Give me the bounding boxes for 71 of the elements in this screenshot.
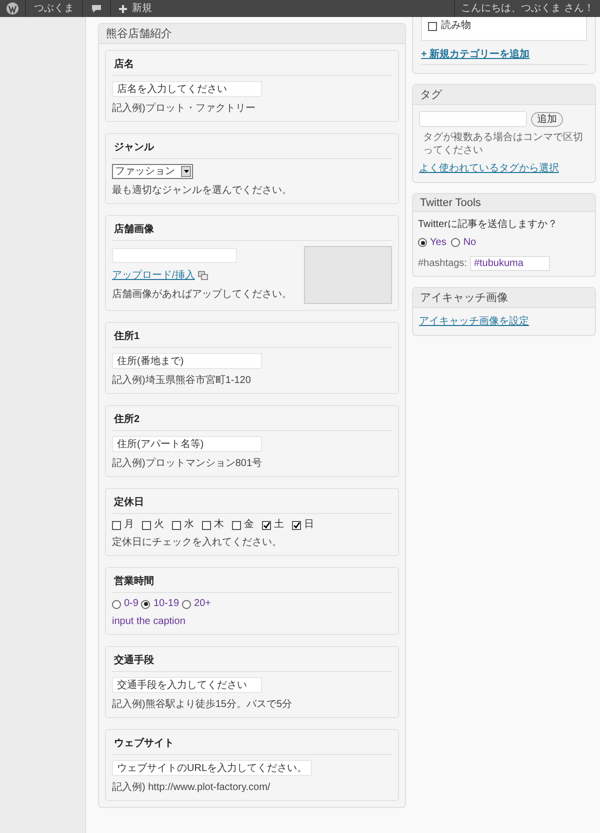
radio-button[interactable]: [182, 600, 192, 608]
checkbox-label: 火: [154, 519, 164, 531]
text-input-field[interactable]: 住所(アパート名等): [112, 436, 262, 452]
checkbox-label: 土: [274, 519, 284, 531]
field-description: 定休日にチェックを入れてください。: [112, 536, 283, 549]
field-label: 定休日: [114, 497, 144, 508]
radio-label: 10-19: [153, 598, 180, 610]
text-input-field[interactable]: 住所(番地まで): [112, 353, 262, 369]
checkbox[interactable]: [428, 22, 437, 30]
field-label: 営業時間: [114, 576, 154, 587]
field-label: 交通手段: [114, 655, 154, 666]
add-tag-button[interactable]: 追加: [531, 112, 563, 126]
plus-icon: [119, 4, 127, 12]
hashtags-label: #hashtags:: [418, 257, 467, 271]
text-input-field[interactable]: ウェブサイトのURLを入力してください。: [112, 760, 312, 776]
radio-button[interactable]: [451, 238, 460, 247]
checkbox-label: 金: [244, 519, 254, 531]
radio-label: Yes: [430, 236, 446, 250]
checkbox[interactable]: [112, 520, 121, 530]
popular-tags-link[interactable]: よく使われているタグから選択: [419, 161, 589, 176]
field-label: 住所2: [114, 414, 140, 425]
box-title: アイキャッチ画像: [413, 288, 595, 308]
media-icon[interactable]: [198, 271, 208, 280]
checkbox[interactable]: [202, 520, 211, 530]
field-label: ウェブサイト: [114, 738, 174, 749]
image-url-field[interactable]: [112, 248, 237, 263]
field-description: input the caption: [112, 615, 186, 628]
hashtags-input-field[interactable]: #tubukuma: [470, 256, 550, 271]
field-description: 記入例) http://www.plot-factory.com/: [112, 781, 272, 794]
field-description: 記入例)プロット・ファクトリー: [112, 102, 256, 115]
wordpress-logo-icon[interactable]: [6, 2, 19, 15]
text-input-field[interactable]: 店名を入力してください: [112, 81, 262, 97]
new-menu-link[interactable]: 新規: [132, 1, 152, 16]
checkbox[interactable]: [172, 520, 181, 530]
category-label: 読み物: [441, 20, 471, 32]
field-description: 店舗画像があればアップしてください。: [112, 288, 292, 301]
field-description: 記入例)プロットマンション801号: [112, 457, 264, 470]
radio-button[interactable]: [141, 600, 150, 608]
text-input-field[interactable]: 交通手段を入力してください: [112, 677, 262, 693]
tag-hint-text: タグが複数ある場合はコンマで区切ってください: [422, 131, 584, 157]
checkbox[interactable]: [292, 520, 301, 530]
set-featured-image-link[interactable]: アイキャッチ画像を設定: [419, 316, 529, 327]
field-label: 店舗画像: [114, 224, 154, 235]
box-title: Twitter Tools: [413, 194, 595, 212]
comment-icon[interactable]: [91, 4, 102, 13]
checkbox-label: 木: [214, 519, 224, 531]
field-label: 店名: [114, 59, 134, 70]
checkbox[interactable]: [142, 520, 151, 530]
dropdown-caret-icon: [184, 170, 188, 173]
radio-button[interactable]: [418, 238, 427, 247]
checkbox-label: 月: [124, 519, 134, 531]
field-description: 最も適切なジャンルを選んでください。: [112, 184, 293, 197]
radio-label: 20+: [194, 598, 211, 610]
tag-input-field[interactable]: [419, 111, 527, 127]
checkbox-label: 水: [184, 519, 194, 531]
checkbox-label: 日: [304, 519, 314, 531]
checkbox[interactable]: [232, 520, 241, 530]
twitter-question-text: Twitterに記事を送信しますか？: [418, 218, 558, 232]
box-title: タグ: [413, 85, 595, 105]
field-label: ジャンル: [114, 142, 154, 153]
radio-button[interactable]: [112, 600, 121, 608]
radio-label: No: [463, 236, 476, 250]
field-description: 記入例)熊谷駅より徒歩15分。バスで5分: [112, 698, 294, 711]
field-label: 住所1: [114, 331, 140, 342]
genre-select[interactable]: ファッション: [112, 164, 193, 179]
field-description: 記入例)埼玉県熊谷市宮町1-120: [112, 374, 252, 387]
radio-label: 0-9: [124, 598, 138, 610]
checkbox[interactable]: [262, 520, 271, 530]
upload-insert-link[interactable]: アップロード/挿入: [112, 268, 195, 283]
add-category-link[interactable]: + 新規カテゴリーを追加: [421, 49, 530, 60]
box-title: 熊谷店舗紹介: [99, 24, 405, 44]
